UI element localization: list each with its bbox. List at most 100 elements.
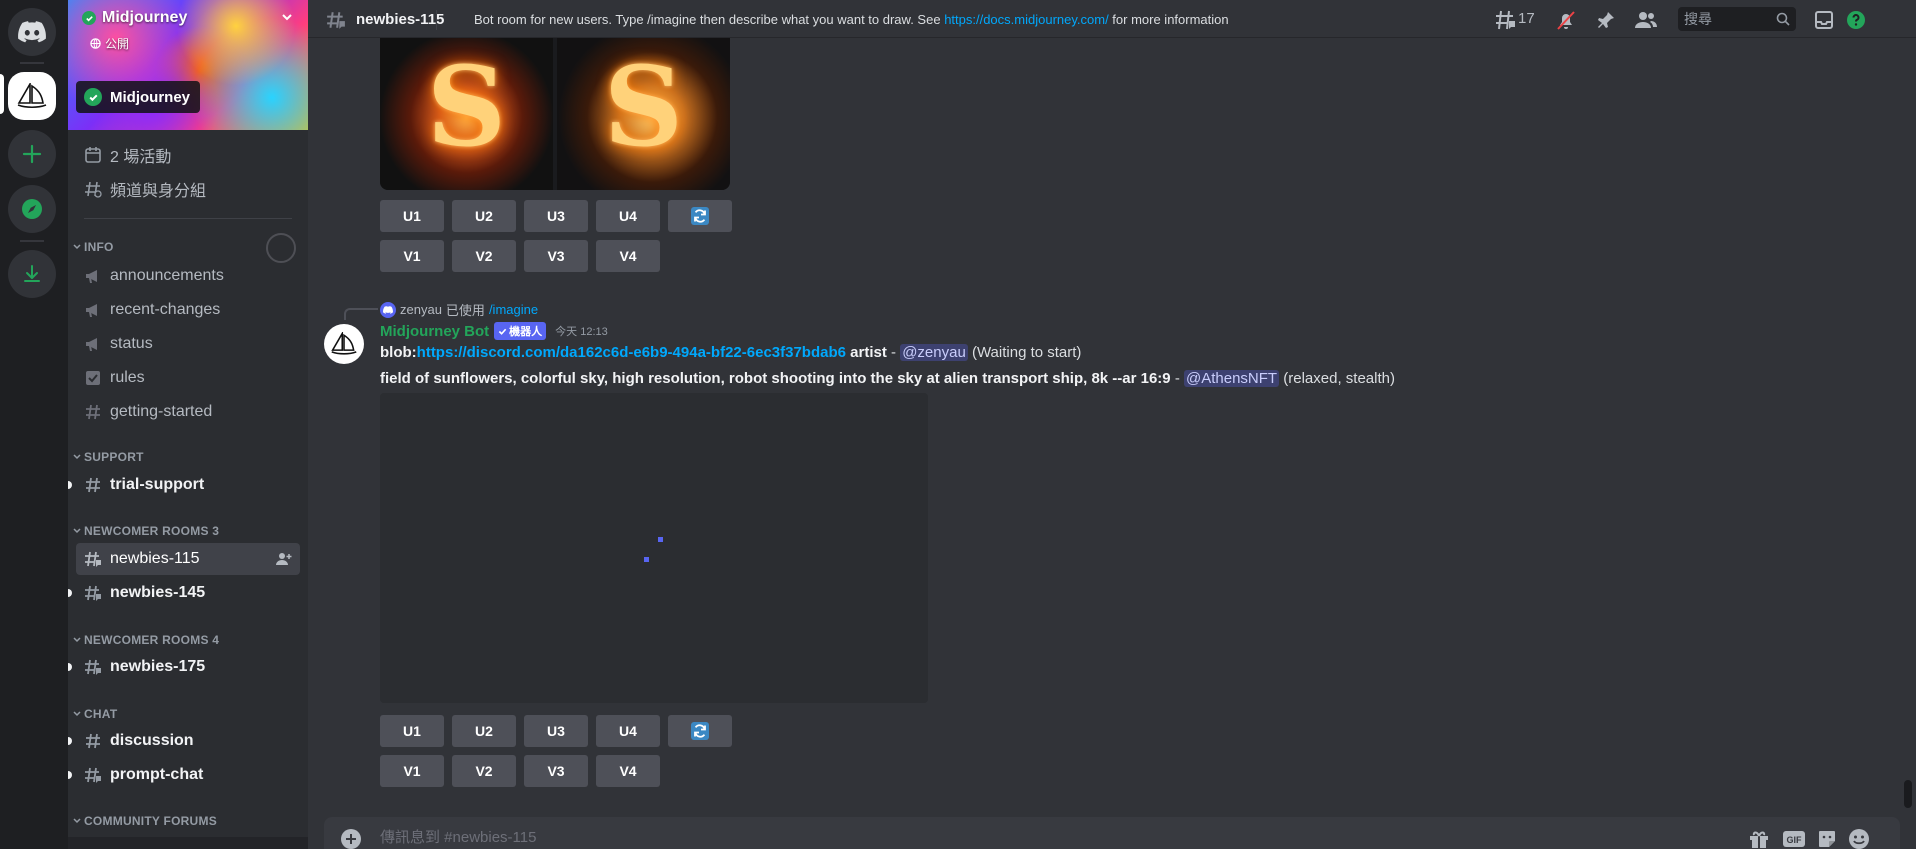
reply-username[interactable]: zenyau (400, 302, 442, 317)
category-support[interactable]: SUPPORT (72, 450, 144, 464)
verified-check-icon (82, 11, 96, 25)
pin-icon[interactable] (1594, 8, 1618, 32)
explore-servers-button[interactable] (8, 185, 56, 233)
category-newcomer-rooms-4[interactable]: NEWCOMER ROOMS 4 (72, 633, 219, 647)
chevron-down-icon (73, 244, 81, 250)
download-apps-button[interactable] (8, 250, 56, 298)
search-input[interactable] (1684, 11, 1774, 27)
message-composer: GIF (324, 817, 1900, 849)
channel-trial-support[interactable]: trial-support (68, 469, 300, 501)
channel-header: newbies-115 Bot room for new users. Type… (308, 0, 1916, 38)
search-icon (1776, 12, 1790, 31)
scrollbar-thumb[interactable] (1904, 780, 1912, 808)
unread-indicator (68, 737, 72, 745)
events-button[interactable]: 2 場活動 (76, 139, 300, 171)
help-icon[interactable] (1844, 8, 1868, 32)
channel-announcements[interactable]: announcements (76, 260, 300, 292)
gift-icon[interactable] (1748, 828, 1770, 849)
download-icon (24, 265, 40, 282)
selected-server-indicator (0, 74, 4, 114)
server-icon-midjourney[interactable] (8, 72, 56, 120)
message-input[interactable] (380, 829, 1580, 846)
reroll-button[interactable] (668, 200, 732, 232)
category-community-forums[interactable]: COMMUNITY FORUMS (72, 814, 217, 828)
prompt-text: field of sunflowers, colorful sky, high … (380, 370, 1171, 387)
upscale-3-button[interactable]: U3 (524, 715, 588, 747)
members-icon[interactable] (1634, 8, 1658, 32)
scrollbar-track[interactable] (1904, 40, 1912, 810)
header-separator (436, 10, 437, 30)
unread-indicator (68, 771, 72, 779)
mention-zenyau[interactable]: @zenyau (900, 344, 968, 361)
channel-discussion[interactable]: discussion (68, 725, 300, 757)
avatar[interactable] (324, 324, 364, 364)
variation-4-button[interactable]: V4 (596, 755, 660, 787)
search-box[interactable] (1678, 7, 1796, 31)
channel-title: newbies-115 (356, 11, 445, 28)
variation-3-button[interactable]: V3 (524, 755, 588, 787)
muted-bell-icon[interactable] (1554, 8, 1578, 32)
channel-recent-changes[interactable]: recent-changes (76, 294, 300, 326)
chevron-down-icon[interactable] (280, 10, 294, 29)
loading-spinner-icon (266, 233, 296, 263)
upscale-2-button[interactable]: U2 (452, 200, 516, 232)
channel-newbies-175[interactable]: newbies-175 (68, 651, 300, 683)
inbox-icon[interactable] (1812, 8, 1836, 32)
variation-3-button[interactable]: V3 (524, 240, 588, 272)
calendar-icon (85, 147, 101, 163)
channel-status[interactable]: status (76, 328, 300, 360)
svg-text:GIF: GIF (1787, 835, 1803, 845)
invite-member-icon[interactable] (276, 551, 292, 572)
hash-icon (86, 477, 100, 493)
upscale-3-button[interactable]: U3 (524, 200, 588, 232)
globe-icon (90, 38, 101, 49)
category-info[interactable]: INFO (72, 240, 114, 254)
category-chat[interactable]: CHAT (72, 707, 117, 721)
checkbox-icon (86, 371, 100, 385)
author-name[interactable]: Midjourney Bot (380, 323, 489, 340)
message-header: Midjourney Bot 機器人 今天 12:13 (380, 322, 608, 340)
channel-rules[interactable]: rules (76, 362, 300, 394)
channel-getting-started[interactable]: getting-started (76, 396, 300, 428)
upscale-4-button[interactable]: U4 (596, 200, 660, 232)
verified-check-icon (84, 88, 102, 106)
reroll-button[interactable] (668, 715, 732, 747)
sailboat-icon (17, 83, 47, 109)
upscale-1-button[interactable]: U1 (380, 200, 444, 232)
channel-newbies-145[interactable]: newbies-145 (68, 577, 300, 609)
chevron-down-icon (73, 637, 81, 643)
unread-indicator (68, 481, 72, 489)
imagine-command[interactable]: /imagine (489, 302, 538, 317)
variation-1-button[interactable]: V1 (380, 755, 444, 787)
variation-4-button[interactable]: V4 (596, 240, 660, 272)
message-line-1: blob:https://discord.com/da162c6d-e6b9-4… (380, 344, 1082, 361)
blob-link[interactable]: https://discord.com/da162c6d-e6b9-494a-b… (417, 344, 846, 361)
upscale-4-button[interactable]: U4 (596, 715, 660, 747)
gif-icon[interactable]: GIF (1782, 828, 1806, 849)
rail-separator (20, 62, 44, 64)
threads-icon[interactable] (1493, 8, 1517, 32)
server-name-header[interactable]: Midjourney (82, 9, 187, 27)
upscale-1-button[interactable]: U1 (380, 715, 444, 747)
variation-2-button[interactable]: V2 (452, 240, 516, 272)
reply-context[interactable]: zenyau 已使用 /imagine (380, 300, 538, 319)
channel-newbies-115[interactable]: newbies-115 (76, 543, 300, 575)
add-server-button[interactable] (8, 130, 56, 178)
generated-image-grid[interactable]: S S (380, 38, 730, 190)
rail-separator (20, 240, 44, 242)
variation-1-button[interactable]: V1 (380, 240, 444, 272)
upscale-2-button[interactable]: U2 (452, 715, 516, 747)
channels-and-roles-button[interactable]: 頻道與身分組 (76, 173, 300, 205)
category-newcomer-rooms-3[interactable]: NEWCOMER ROOMS 3 (72, 524, 219, 538)
variation-2-button[interactable]: V2 (452, 755, 516, 787)
upload-plus-button[interactable] (340, 828, 362, 849)
emoji-icon[interactable] (1848, 828, 1870, 849)
docs-link[interactable]: https://docs.midjourney.com/ (944, 12, 1109, 27)
discord-home-button[interactable] (8, 8, 56, 56)
unread-indicator (68, 663, 72, 671)
loading-dot (658, 537, 663, 542)
channel-prompt-chat[interactable]: prompt-chat (68, 759, 300, 791)
sticker-icon[interactable] (1816, 828, 1838, 849)
sailboat-icon (331, 332, 357, 355)
mention-athensnft[interactable]: @AthensNFT (1184, 370, 1280, 387)
